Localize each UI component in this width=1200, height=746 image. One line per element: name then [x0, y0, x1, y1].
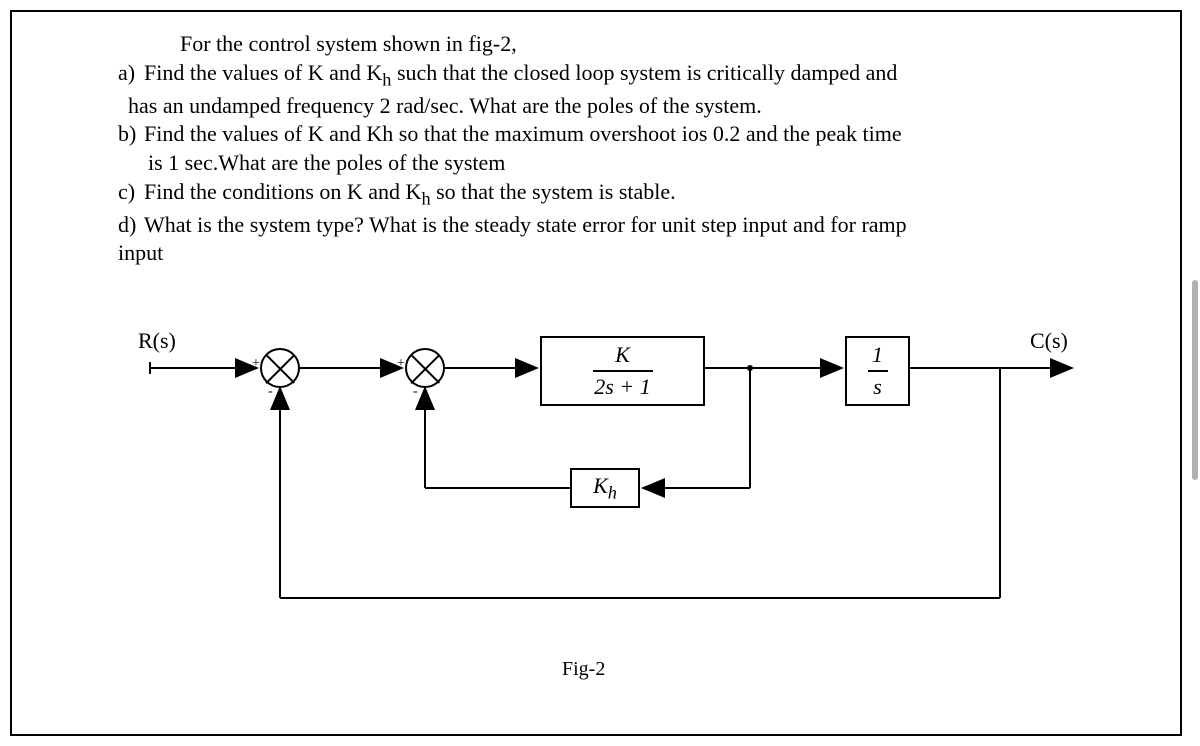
forward-block-1: K 2s + 1	[540, 336, 705, 406]
question-text: For the control system shown in fig-2, a…	[100, 30, 1100, 268]
forward-block-2: 1 s	[845, 336, 910, 406]
block-diagram: R(s) C(s) + - + - K 2s + 1 1 s Kh Fig-2	[100, 308, 1100, 688]
summing-junction-1: + -	[260, 348, 300, 388]
figure-caption: Fig-2	[562, 658, 605, 681]
item-d-line2: input	[118, 239, 1100, 268]
intro-line: For the control system shown in fig-2,	[180, 30, 1100, 59]
summing-junction-2: + -	[405, 348, 445, 388]
item-a: a)Find the values of K and Kh such that …	[118, 59, 1100, 92]
item-d: d)What is the system type? What is the s…	[118, 211, 1100, 240]
item-b-line2: is 1 sec.What are the poles of the syste…	[148, 149, 1100, 178]
input-label: R(s)	[138, 328, 176, 354]
item-a-line2: has an undamped frequency 2 rad/sec. Wha…	[128, 92, 1100, 121]
scrollbar[interactable]	[1192, 280, 1198, 480]
feedback-block-kh: Kh	[570, 468, 640, 508]
item-b: b)Find the values of K and Kh so that th…	[118, 120, 1100, 149]
item-c: c)Find the conditions on K and Kh so tha…	[118, 178, 1100, 211]
output-label: C(s)	[1030, 328, 1068, 354]
